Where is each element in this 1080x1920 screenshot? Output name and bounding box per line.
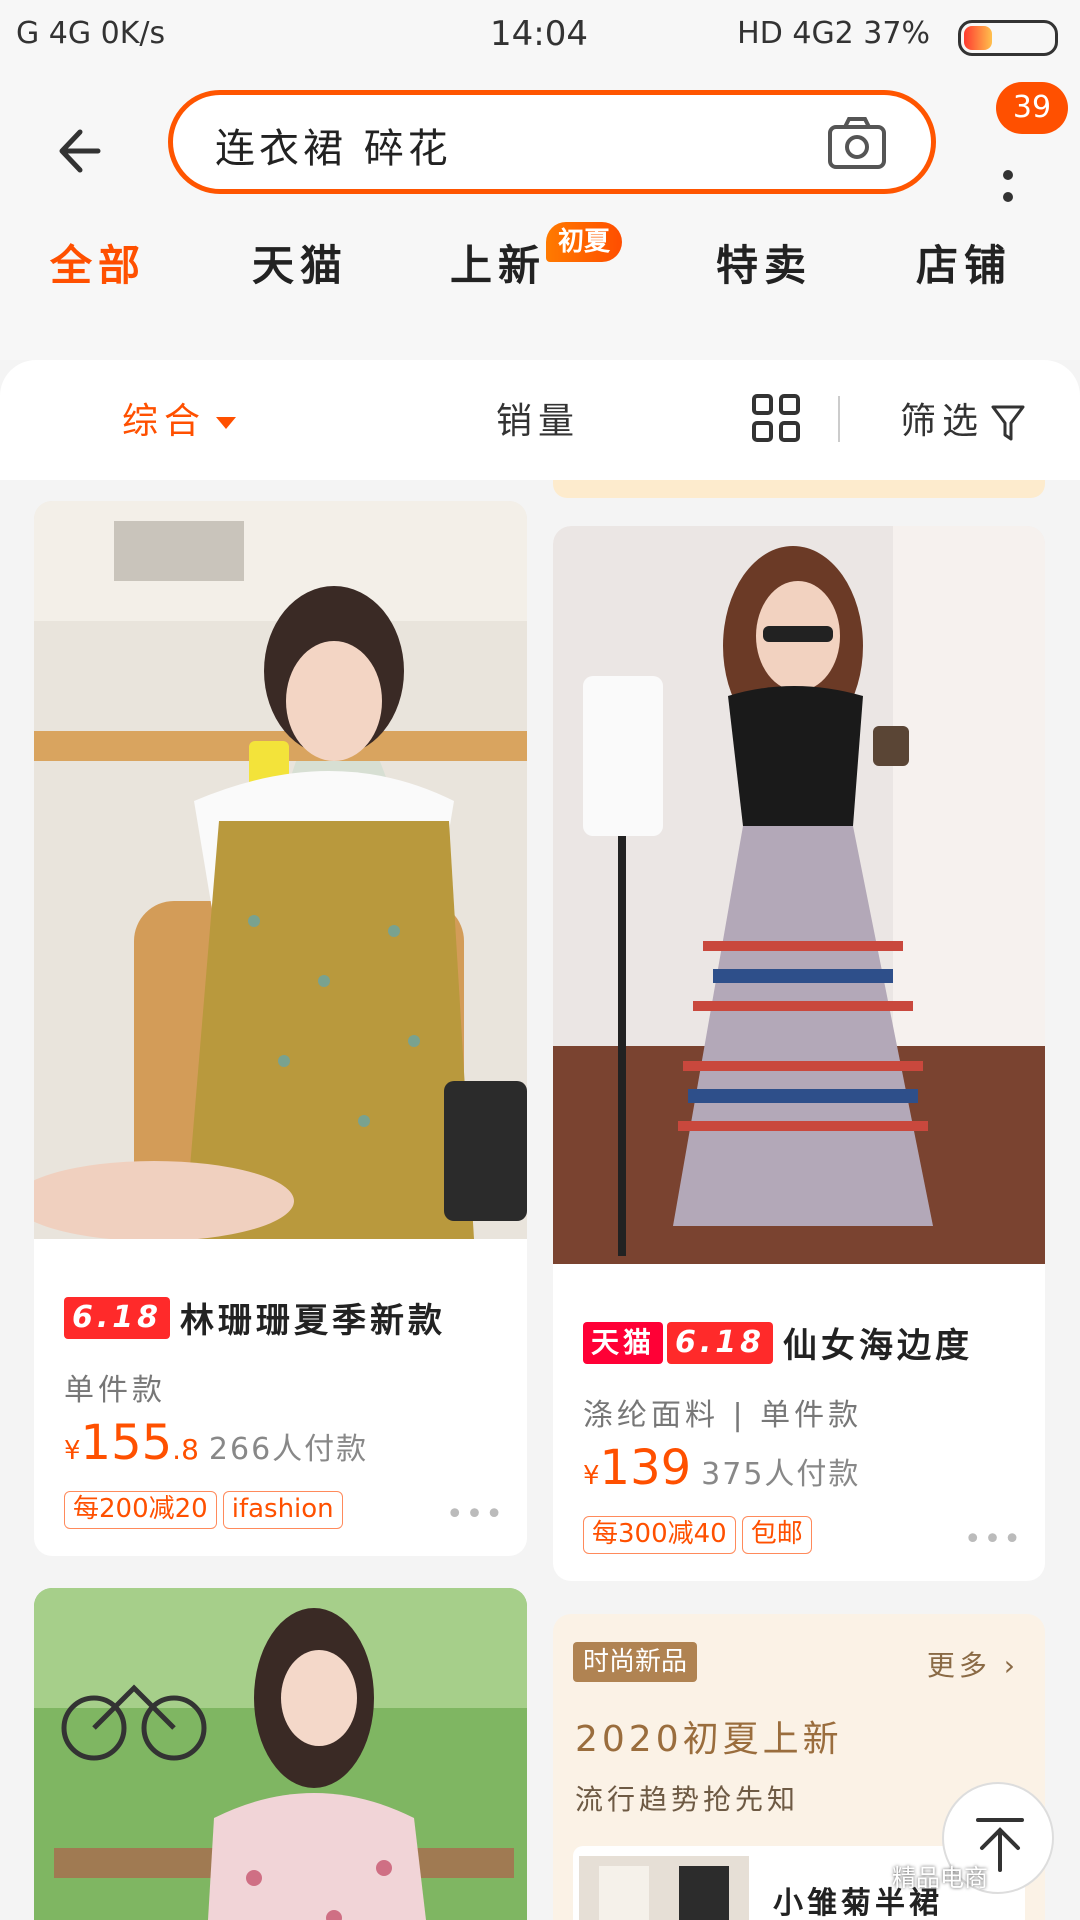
paid-count: 266人付款 (208, 1432, 369, 1467)
divider (838, 396, 840, 442)
message-count-badge: 39 (996, 82, 1068, 134)
banner-tagline: 流行趋势抢先知 (575, 1783, 800, 1816)
camera-button[interactable] (827, 115, 887, 171)
tab-tmall[interactable]: 天猫 (252, 232, 348, 293)
banner-headline: 2020初夏上新 (575, 1719, 843, 1760)
system-status: HD 4G2 37% (737, 16, 930, 51)
price: 155 (80, 1415, 173, 1471)
tab-shops[interactable]: 店铺 (916, 232, 1012, 293)
product-image[interactable] (34, 501, 527, 1239)
camera-icon (828, 117, 886, 169)
watermark: 精品电商 (892, 1864, 988, 1892)
promo-618-badge: 6.18 (667, 1321, 774, 1364)
promo-618-badge: 6.18 (64, 1296, 171, 1339)
network-status: G 4G 0K/s (16, 16, 166, 51)
brand-tag: ifashion (222, 1491, 343, 1529)
more-options-icon[interactable]: ••• (964, 1522, 1023, 1557)
product-image[interactable] (34, 1588, 527, 1920)
filter-button[interactable]: 筛选 (900, 392, 1026, 444)
tab-new[interactable]: 上新 (450, 232, 546, 293)
product-subtitle: 单件款 (64, 1373, 166, 1408)
shipping-tag: 包邮 (741, 1516, 812, 1554)
more-dots-icon (1003, 170, 1013, 180)
product-title: 天猫 6.18 仙女海边度 (583, 1318, 973, 1367)
tag-row: 每300减40 包邮 (583, 1516, 818, 1554)
category-tabs: 全部 天猫 上新 初夏 特卖 店铺 (0, 222, 1080, 302)
product-card[interactable]: 6.18 林珊珊夏季新款 单件款 ¥155.8 266人付款 每200减20 ifas… (34, 501, 527, 1556)
battery-icon (958, 20, 1058, 56)
more-link[interactable]: 更多 › (927, 1644, 1019, 1684)
price-decimal: .8 (172, 1433, 199, 1466)
tab-new-badge: 初夏 (546, 222, 623, 262)
search-header: 39 全部 天猫 上新 初夏 特卖 店铺 (0, 72, 1080, 360)
clock: 14:04 (490, 14, 588, 54)
currency-symbol: ¥ (64, 1436, 81, 1466)
more-options-icon[interactable]: ••• (446, 1497, 505, 1532)
caret-down-icon (216, 417, 237, 429)
sort-sales[interactable]: 销量 (496, 392, 580, 444)
tmall-badge: 天猫 (583, 1321, 664, 1364)
product-feed: 6.18 林珊珊夏季新款 单件款 ¥155.8 266人付款 每200减20 ifas… (0, 480, 1080, 1920)
tag-row: 每200减20 ifashion (64, 1491, 349, 1529)
sort-comprehensive[interactable]: 综合 (122, 392, 237, 444)
banner-label: 时尚新品 (573, 1642, 698, 1682)
price-row: ¥139 375人付款 (583, 1440, 860, 1496)
arrow-left-icon (59, 129, 101, 173)
product-title: 6.18 林珊珊夏季新款 (64, 1293, 446, 1342)
price: 139 (599, 1440, 692, 1496)
tab-all[interactable]: 全部 (50, 232, 146, 293)
paid-count: 375人付款 (701, 1457, 861, 1492)
product-image[interactable] (553, 526, 1045, 1264)
search-input[interactable] (215, 117, 775, 173)
grid-view-icon[interactable] (752, 394, 802, 444)
tab-sale[interactable]: 特卖 (716, 232, 812, 293)
featured-item-image (579, 1856, 749, 1920)
price-row: ¥155.8 266人付款 (64, 1415, 368, 1471)
product-card[interactable] (34, 1588, 527, 1920)
coupon-tag: 每300减40 (583, 1516, 736, 1554)
funnel-icon (991, 405, 1025, 441)
chevron-right-icon: › (990, 1649, 1019, 1682)
back-button[interactable] (50, 116, 120, 186)
product-subtitle: 涤纶面料 | 单件款 (583, 1398, 863, 1433)
currency-symbol: ¥ (583, 1461, 600, 1491)
status-bar: G 4G 0K/s 14:04 HD 4G2 37% (0, 0, 1080, 72)
promo-strip (553, 480, 1045, 498)
product-card[interactable]: 天猫 6.18 仙女海边度 涤纶面料 | 单件款 ¥139 375人付款 每300减4… (553, 526, 1045, 1581)
sort-filter-bar: 综合 销量 筛选 (0, 360, 1080, 480)
coupon-tag: 每200减20 (64, 1491, 217, 1529)
search-box[interactable] (168, 90, 936, 194)
